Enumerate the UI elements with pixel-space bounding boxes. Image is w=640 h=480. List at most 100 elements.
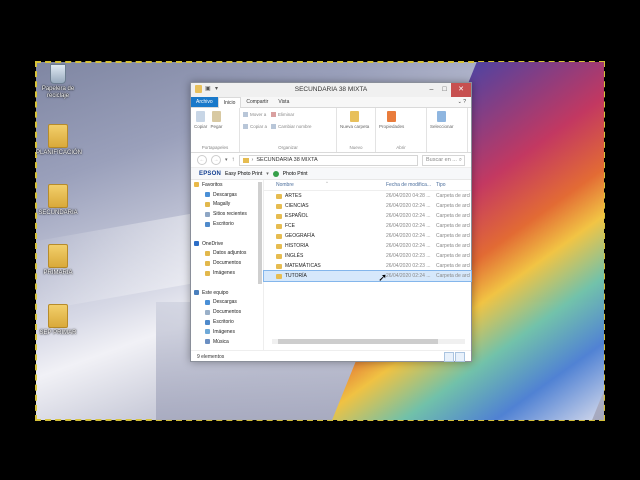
minimize-button[interactable]: – — [425, 83, 438, 97]
copy-to-button[interactable]: Copiar a — [243, 123, 267, 130]
nav-item[interactable]: Imágenes — [191, 327, 263, 337]
recycle-bin-icon — [50, 64, 66, 84]
new-folder-label: Nueva carpeta — [340, 124, 370, 129]
folder-icon — [242, 157, 249, 163]
chevron-down-icon[interactable]: ▾ — [266, 171, 269, 177]
nav-item[interactable]: Sitios recientes — [191, 209, 263, 219]
column-name[interactable]: Nombre — [264, 182, 386, 188]
rename-button[interactable]: Cambiar nombre — [271, 123, 312, 130]
file-date: 26/04/2020 02:24 ... — [386, 243, 431, 249]
file-name: TUTORÍA — [285, 273, 307, 279]
tab-compartir[interactable]: Compartir — [241, 97, 273, 107]
nav-item-label: Magally — [213, 201, 231, 208]
table-row[interactable]: INGLÉS 26/04/2020 02:23 ... Carpeta de arc… — [264, 251, 471, 261]
scrollbar-thumb[interactable] — [278, 339, 438, 344]
new-folder-icon — [350, 111, 360, 122]
desktop-icon-planificacion[interactable]: PLANIFICACIÓN — [36, 124, 82, 157]
table-row[interactable]: MATEMÁTICAS 26/04/2020 02:23 ... Carpeta d… — [264, 261, 471, 271]
nav-item[interactable]: Documentos — [191, 258, 263, 268]
nav-item-label: Música — [213, 338, 229, 345]
close-button[interactable]: ✕ — [451, 83, 471, 97]
nav-item[interactable]: Este equipo — [191, 288, 263, 298]
nav-item-label: Descargas — [213, 191, 237, 198]
table-row[interactable]: CIENCIAS 26/04/2020 02:24 ... Carpeta de a… — [264, 201, 471, 211]
tab-archivo[interactable]: Archivo — [191, 97, 218, 107]
nav-item[interactable]: Magally — [191, 200, 263, 210]
nav-item-label: Favoritos — [202, 181, 223, 188]
desktop-icon-sep-primar[interactable]: SEP PRIMAR — [36, 304, 80, 337]
new-folder-button[interactable]: Nueva carpeta — [340, 111, 369, 129]
copy-label: Copiar — [194, 124, 208, 129]
column-type[interactable]: Tipo — [436, 182, 446, 188]
table-row[interactable]: HISTORIA 26/04/2020 02:24 ... Carpeta de a… — [264, 241, 471, 251]
search-input[interactable]: Buscar en ... ⌕ — [422, 154, 465, 166]
nav-item[interactable]: Escritorio — [191, 219, 263, 229]
horizontal-scrollbar[interactable] — [272, 339, 465, 344]
table-row[interactable]: ESPAÑOL 26/04/2020 02:24 ... Carpeta de ar… — [264, 211, 471, 221]
nav-item-icon — [205, 201, 210, 207]
copy-button[interactable]: Copiar — [194, 111, 207, 129]
select-button[interactable]: Seleccionar — [430, 111, 454, 129]
mouse-pointer-icon: ➚ — [378, 272, 388, 284]
tab-inicio[interactable]: Inicio — [217, 96, 242, 108]
column-date[interactable]: Fecha de modifica... — [386, 182, 436, 188]
photo-print-button[interactable]: Photo Print — [283, 171, 308, 177]
desktop-icon-label: SECUNDARIA — [38, 210, 78, 216]
rename-icon — [271, 124, 277, 129]
back-button[interactable]: ← — [197, 155, 207, 165]
chevron-down-icon[interactable]: ⌄ ? — [453, 97, 471, 107]
nav-item-icon — [194, 241, 199, 247]
move-to-button[interactable]: Mover a — [243, 111, 267, 118]
tab-vista[interactable]: Vista — [273, 97, 294, 107]
nav-item[interactable]: Datos adjuntos — [191, 249, 263, 259]
table-row[interactable]: FCE 26/04/2020 02:24 ... Carpeta de arcl — [264, 221, 471, 231]
table-row[interactable]: TUTORÍA 26/04/2020 02:24 ... Carpeta de ar… — [263, 270, 472, 282]
nav-item-label: Sitios recientes — [213, 211, 247, 218]
nav-item-icon — [205, 270, 210, 276]
nav-item-label: Este equipo — [202, 289, 229, 296]
navigation-pane: Favoritos Descargas Magally Sitios reciente… — [191, 180, 264, 350]
file-type: Carpeta de arcl — [436, 213, 471, 219]
group-label: Nuevo — [349, 145, 363, 150]
file-type: Carpeta de arcl — [436, 263, 471, 269]
nav-item[interactable]: Imágenes — [191, 268, 263, 278]
file-name-cell: ESPAÑOL — [264, 213, 386, 219]
paste-label: Pegar — [210, 124, 223, 129]
properties-button[interactable]: Propiedades — [379, 111, 404, 129]
desktop-icon-primaria[interactable]: PRIMARIA — [36, 244, 80, 277]
desktop-icon-recycle-bin[interactable]: Papelera de reciclaje — [36, 64, 80, 100]
nav-scrollbar[interactable] — [258, 182, 262, 284]
nav-item[interactable]: Favoritos — [191, 180, 263, 190]
file-date: 26/04/2020 02:24 ... — [386, 223, 431, 229]
file-name-cell: TUTORÍA — [264, 273, 386, 279]
nav-item[interactable]: OneDrive — [191, 239, 263, 249]
paste-button[interactable]: Pegar — [211, 111, 223, 129]
file-name: MATEMÁTICAS — [285, 263, 321, 269]
large-icons-view-button[interactable] — [455, 352, 465, 362]
nav-item[interactable]: Descargas — [191, 298, 263, 308]
table-row[interactable]: ARTES 26/04/2020 04:28 ... Carpeta de arcl — [264, 191, 471, 201]
file-type: Carpeta de arcl — [436, 223, 471, 229]
delete-button[interactable]: Eliminar — [271, 111, 312, 118]
address-bar-row: ← → ▾ ↑ › SECUNDARIA 38 MIXTA Buscar en … — [191, 153, 471, 168]
folder-icon — [276, 203, 282, 209]
file-name: CIENCIAS — [285, 203, 309, 209]
easy-photo-print-button[interactable]: Easy Photo Print — [225, 171, 262, 177]
nav-item[interactable]: Documentos — [191, 307, 263, 317]
details-view-button[interactable] — [444, 352, 454, 362]
desktop-icon-secundaria[interactable]: SECUNDARIA — [36, 184, 80, 217]
breadcrumb[interactable]: SECUNDARIA 38 MIXTA — [256, 157, 317, 163]
nav-item[interactable]: Música — [191, 337, 263, 347]
address-field[interactable]: › SECUNDARIA 38 MIXTA — [238, 154, 418, 166]
maximize-button[interactable]: □ — [438, 83, 451, 97]
nav-item[interactable]: Descargas — [191, 190, 263, 200]
recent-locations-button[interactable]: ▾ — [225, 157, 228, 163]
nav-item-icon — [205, 319, 210, 325]
table-row[interactable]: GEOGRAFÍA 26/04/2020 02:24 ... Carpeta de … — [264, 231, 471, 241]
forward-button[interactable]: → — [211, 155, 221, 165]
nav-item[interactable]: Escritorio — [191, 317, 263, 327]
title-bar[interactable]: ▣ ▾ SECUNDARIA 38 MIXTA – □ ✕ — [191, 83, 471, 97]
file-name-cell: FCE — [264, 223, 386, 229]
up-button[interactable]: ↑ — [232, 157, 235, 163]
